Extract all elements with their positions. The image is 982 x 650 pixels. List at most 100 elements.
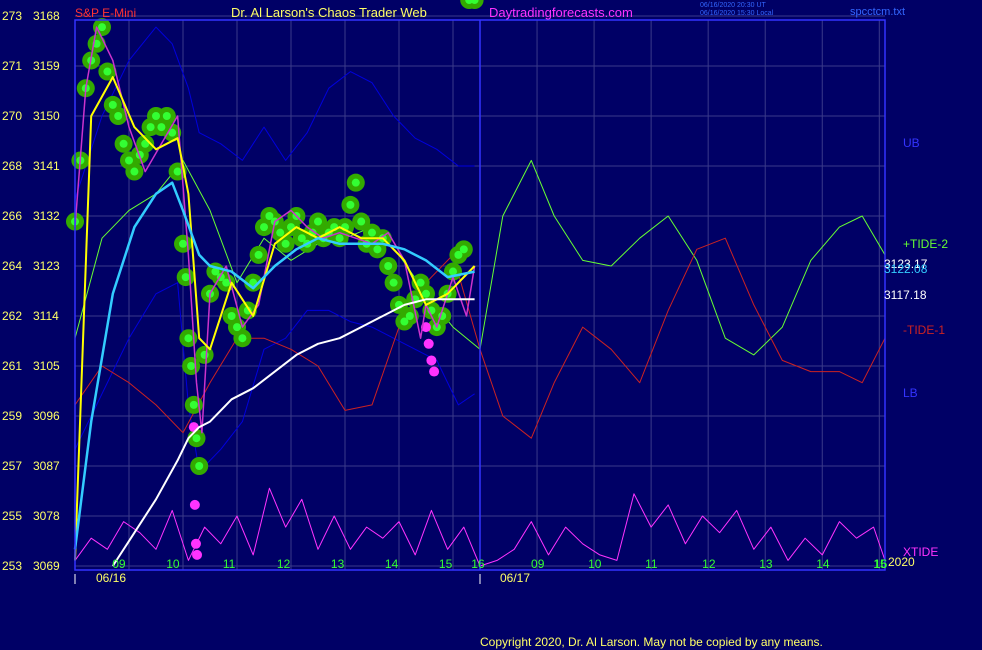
right-label: 3117.18	[884, 288, 927, 302]
x-tick-label: 16	[874, 557, 888, 571]
right-label: 3122.08	[884, 262, 928, 276]
flux-dot-core	[335, 234, 344, 243]
timestamp-local: 06/16/2020 15:30 Local	[700, 10, 774, 17]
flux-dot-core	[459, 245, 468, 254]
flux-dot-core	[254, 250, 263, 259]
x-tick-label: 15	[439, 557, 453, 571]
negative-dot	[423, 338, 434, 349]
y-tick-label: 3123	[33, 259, 60, 273]
y-tick-secondary: 261	[2, 359, 22, 373]
flux-dot-core	[314, 217, 322, 226]
flux-dot-core	[368, 228, 376, 237]
date-label: 06/16	[96, 571, 126, 585]
y-tick-label: 3141	[33, 159, 60, 173]
right-label: UB	[903, 136, 920, 150]
negative-dot	[426, 355, 437, 366]
flux-dot-core	[405, 312, 414, 320]
flux-dot-core	[260, 223, 268, 232]
y-tick-label: 3105	[33, 359, 60, 373]
y-tick-label: 3159	[33, 59, 60, 73]
flux-dot-core	[351, 178, 360, 187]
y-tick-secondary: 253	[2, 559, 22, 573]
x-tick-label: 09	[112, 557, 126, 571]
flux-dot-core	[130, 167, 139, 176]
y-tick-secondary: 273	[2, 9, 22, 23]
x-tick-label: 14	[816, 557, 830, 571]
x-tick-label: 12	[702, 557, 716, 571]
flux-dot-core	[125, 156, 133, 165]
x-tick-label: 13	[759, 557, 773, 571]
negative-dot	[429, 366, 440, 377]
flux-dot-core	[152, 112, 160, 120]
series-line-slow	[111, 298, 475, 567]
x-tick-label: 11	[223, 557, 236, 571]
right-label: LB	[903, 386, 918, 400]
flux-dot-core	[346, 200, 355, 209]
y-tick-secondary: 271	[2, 59, 22, 73]
flux-dot-core	[187, 362, 196, 370]
flux-dot-core	[238, 334, 247, 343]
y-tick-secondary: 259	[2, 409, 22, 423]
x-tick-label: 10	[166, 557, 180, 571]
y-tick-secondary: 264	[2, 259, 22, 273]
flux-dot-core	[192, 434, 201, 443]
y-tick-secondary: 266	[2, 209, 22, 223]
flux-dot-core	[222, 278, 231, 287]
x-tick-label: 12	[277, 557, 291, 571]
flux-dot-core	[276, 228, 285, 237]
chart-title: Dr. Al Larson's Chaos Trader Web	[231, 5, 427, 20]
flux-dot-core	[181, 273, 190, 282]
flux-dot-core	[357, 217, 366, 226]
y-tick-label: 3150	[33, 109, 60, 123]
x-tick-label: 16	[471, 557, 485, 571]
y-tick-label: 3069	[33, 559, 60, 573]
right-label: -TIDE-1	[903, 323, 945, 337]
flux-dot-core	[389, 278, 398, 287]
site-link[interactable]: Daytradingforecasts.com	[489, 5, 633, 20]
flux-dot-core	[146, 123, 155, 132]
flux-dot-core	[227, 312, 236, 320]
x-tick-label: 09	[531, 557, 545, 571]
flux-dot-core	[195, 462, 204, 470]
negative-dot	[190, 538, 201, 549]
x-tick-label: 10	[588, 557, 602, 571]
y-tick-label: 3168	[33, 9, 60, 23]
flux-dot-core	[184, 334, 193, 343]
y-tick-label: 3087	[33, 459, 60, 473]
flux-dot-core	[422, 289, 430, 298]
negative-dot	[189, 499, 200, 510]
right-label: XTIDE	[903, 545, 938, 559]
y-tick-secondary: 255	[2, 509, 22, 523]
symbol-label: S&P E-Mini	[75, 6, 136, 20]
y-tick-label: 3078	[33, 509, 60, 523]
y-tick-secondary: 262	[2, 309, 22, 323]
flux-dot-core	[179, 239, 187, 248]
flux-dot-core	[173, 167, 182, 176]
timestamp-ut: 06/16/2020 20:30 UT	[700, 2, 766, 9]
flux-dot-core	[373, 245, 382, 254]
file-label: spcctcm.txt	[850, 6, 905, 18]
chart-labels: 273 3168 271 3159 270 3150 268 3141 266 3132 264 31…	[2, 9, 948, 585]
negative-dot	[188, 422, 199, 433]
y-tick-secondary: 257	[2, 459, 22, 473]
y-tick-secondary: 270	[2, 109, 22, 123]
y-tick-label: 3114	[33, 309, 59, 323]
y-tick-secondary: 268	[2, 159, 22, 173]
flux-dot-core	[114, 112, 123, 120]
flux-dot-core	[119, 139, 128, 148]
flux-dot-core	[162, 112, 171, 120]
chart-canvas: 273 3168 271 3159 270 3150 268 3141 266 3132 264 31…	[2, 0, 948, 649]
flux-dot-core	[416, 278, 425, 287]
flux-dot-core	[108, 100, 117, 109]
flux-dot-core	[157, 123, 166, 132]
flux-dot-core	[281, 239, 290, 248]
flux-dot-core	[103, 67, 112, 76]
flux-dot-core	[200, 350, 209, 359]
x-tick-label: 11	[645, 557, 658, 571]
flux-dot-core	[189, 400, 198, 409]
date-label: 06/17	[500, 571, 530, 585]
flux-dot-core	[233, 323, 241, 332]
copyright: Copyright 2020, Dr. Al Larson. May not b…	[480, 635, 823, 649]
right-label: +TIDE-2	[903, 237, 948, 251]
x-tick-label: 14	[385, 557, 399, 571]
